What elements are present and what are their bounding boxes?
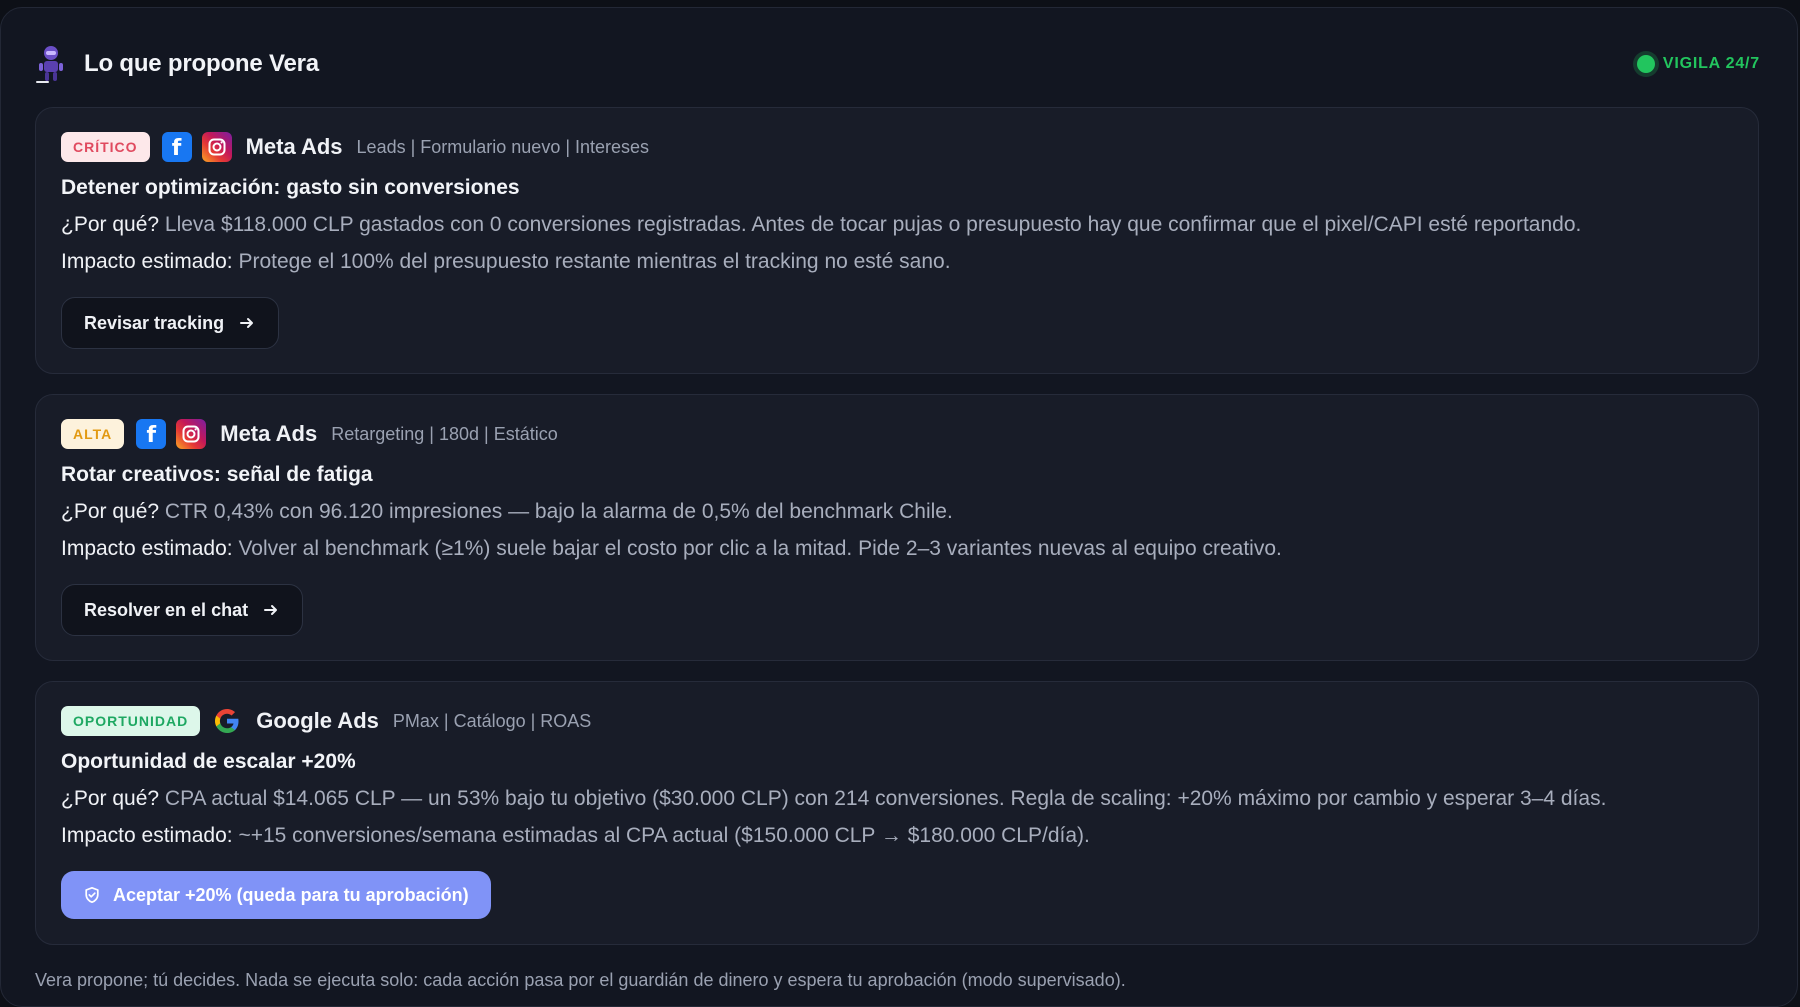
proposal-card-alta: ALTA f Meta Ads Retargeting | 180d | Est… <box>35 394 1759 661</box>
campaign-meta: PMax | Catálogo | ROAS <box>392 710 592 731</box>
status-text: VIGILA 24/7 <box>1662 55 1760 72</box>
why-line: ¿Por qué? CTR 0,43% con 96.120 impresion… <box>61 500 953 524</box>
why-label: ¿Por qué? <box>61 787 160 810</box>
platform-name: Google Ads <box>256 708 379 733</box>
panel-header: Lo que propone Vera VIGILA 24/7 <box>34 44 1760 84</box>
why-text: CTR 0,43% con 96.120 impresiones — bajo … <box>164 500 953 523</box>
shield-icon <box>85 886 99 904</box>
card-title: Rotar creativos: señal de fatiga <box>61 463 373 486</box>
button-label: Revisar tracking <box>84 312 225 333</box>
campaign-meta: Retargeting | 180d | Estático <box>331 423 558 444</box>
why-label: ¿Por qué? <box>61 213 160 236</box>
card-header: CRÍTICO f Meta Ads Leads | Formulario nu… <box>61 132 649 162</box>
priority-badge: OPORTUNIDAD <box>61 706 201 736</box>
impact-text: Volver al benchmark (≥1%) suele bajar el… <box>238 537 1282 560</box>
impact-line: Impacto estimado: ~+15 conversiones/sema… <box>61 824 1090 848</box>
impact-label: Impacto estimado: <box>61 250 233 273</box>
why-line: ¿Por qué? Lleva $118.000 CLP gastados co… <box>61 213 1581 237</box>
platform-name: Meta Ads <box>220 421 318 446</box>
platform-logos: f <box>161 132 232 162</box>
instagram-icon <box>176 419 207 449</box>
priority-badge: CRÍTICO <box>61 132 150 162</box>
accept-scaling-button[interactable]: Aceptar +20% (queda para tu aprobación) <box>61 871 491 919</box>
card-header: OPORTUNIDAD Google Ads PMax | Catálogo |… <box>61 706 591 736</box>
impact-line: Impacto estimado: Protege el 100% del pr… <box>61 250 951 274</box>
button-label: Aceptar +20% (queda para tu aprobación) <box>113 884 469 905</box>
impact-line: Impacto estimado: Volver al benchmark (≥… <box>61 537 1282 561</box>
facebook-icon: f <box>136 419 167 449</box>
platform-name: Meta Ads <box>245 134 343 159</box>
proposal-card-oportunidad: OPORTUNIDAD Google Ads PMax | Catálogo |… <box>35 681 1759 945</box>
why-text: CPA actual $14.065 CLP — un 53% bajo tu … <box>164 787 1607 810</box>
arrow-right-icon <box>240 318 254 328</box>
campaign-meta: Leads | Formulario nuevo | Intereses <box>356 136 650 157</box>
impact-label: Impacto estimado: <box>61 537 233 560</box>
facebook-icon: f <box>161 132 192 162</box>
proposal-card-critico: CRÍTICO f Meta Ads Leads | Formulario nu… <box>35 107 1759 374</box>
status-indicator: VIGILA 24/7 <box>1636 55 1760 73</box>
page-title: Lo que propone Vera <box>84 50 319 77</box>
card-title: Oportunidad de escalar +20% <box>61 750 356 773</box>
arrow-right-icon <box>264 605 278 615</box>
why-line: ¿Por qué? CPA actual $14.065 CLP — un 53… <box>61 787 1606 811</box>
status-dot-icon <box>1636 55 1655 73</box>
footer-note: Vera propone; tú decides. Nada se ejecut… <box>35 970 1126 990</box>
card-title: Detener optimización: gasto sin conversi… <box>61 176 520 199</box>
review-tracking-button[interactable]: Revisar tracking <box>61 297 280 349</box>
platform-logos: f <box>136 419 207 449</box>
why-label: ¿Por qué? <box>61 500 160 523</box>
instagram-icon <box>201 132 232 162</box>
impact-text: Protege el 100% del presupuesto restante… <box>238 250 951 273</box>
header-left: Lo que propone Vera <box>34 44 319 84</box>
resolve-in-chat-button[interactable]: Resolver en el chat <box>61 584 304 636</box>
impact-label: Impacto estimado: <box>61 824 233 847</box>
google-icon <box>212 706 242 736</box>
why-text: Lleva $118.000 CLP gastados con 0 conver… <box>164 213 1582 236</box>
priority-badge: ALTA <box>61 419 125 449</box>
button-label: Resolver en el chat <box>84 599 249 620</box>
impact-text: ~+15 conversiones/semana estimadas al CP… <box>238 824 1090 847</box>
card-header: ALTA f Meta Ads Retargeting | 180d | Est… <box>61 419 558 449</box>
robot-icon <box>36 46 63 83</box>
